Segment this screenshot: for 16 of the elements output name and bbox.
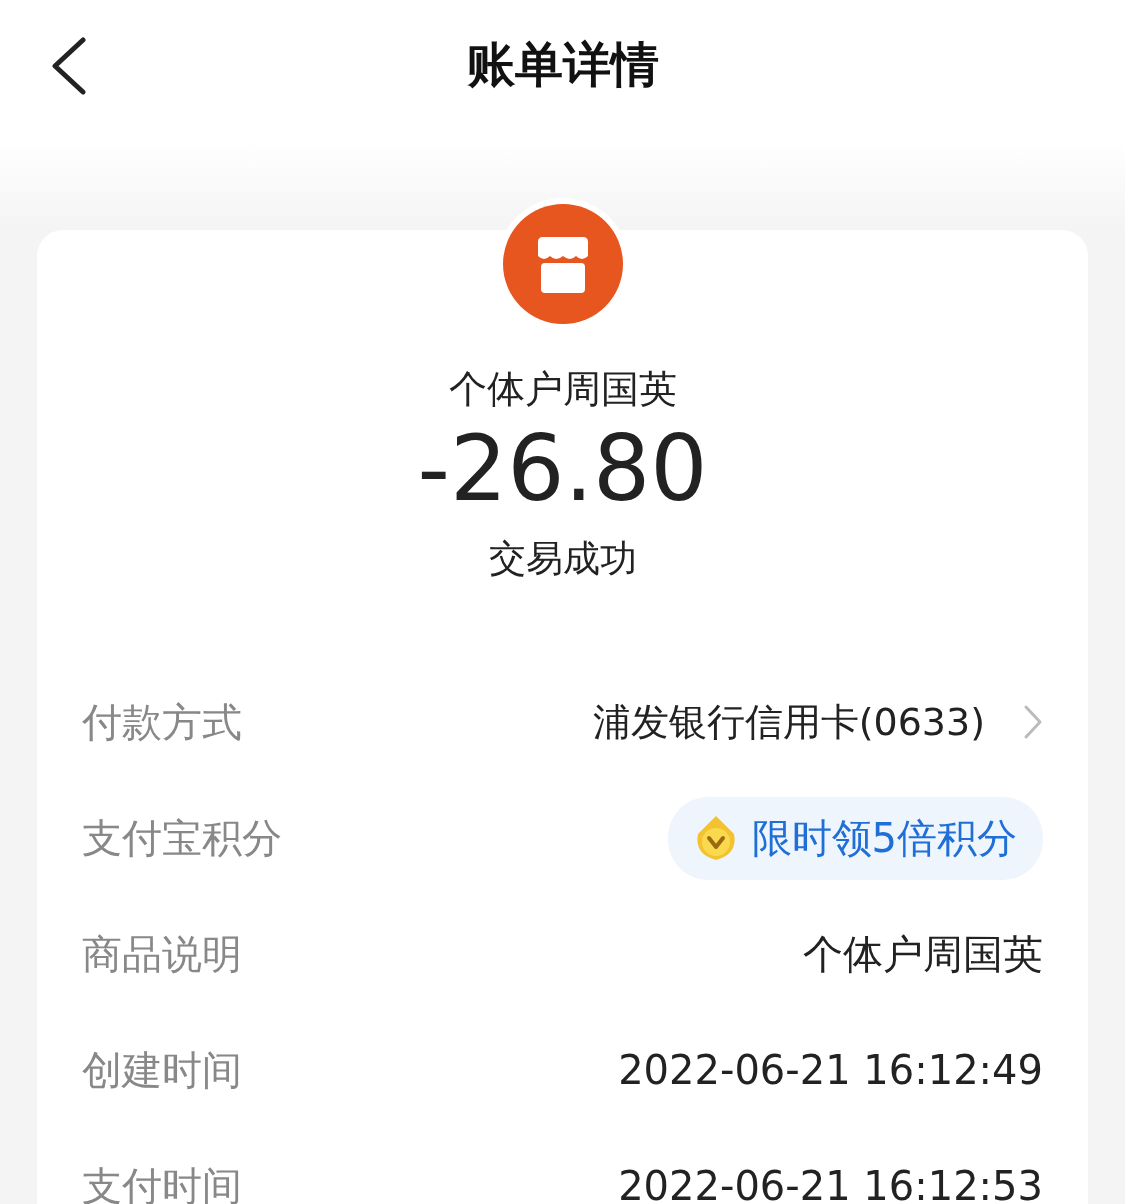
row-label: 支付宝积分 bbox=[82, 813, 282, 863]
chevron-icon bbox=[1023, 704, 1043, 740]
row-label: 付款方式 bbox=[82, 697, 242, 747]
merchant-name: 个体户周国英 bbox=[448, 366, 677, 413]
row-value: 2022-06-21 16:12:49 bbox=[618, 1047, 1043, 1093]
row-value: 个体户周国英 bbox=[803, 929, 1043, 979]
points-badge[interactable]: 限时领5倍积分 bbox=[667, 796, 1043, 880]
back-icon[interactable] bbox=[50, 37, 86, 95]
row-label: 商品说明 bbox=[82, 929, 242, 979]
row-value: 2022-06-21 16:12:53 bbox=[618, 1163, 1043, 1204]
row-label: 创建时间 bbox=[82, 1045, 242, 1095]
payment-method-link[interactable]: 浦发银行信用卡(0633) bbox=[592, 696, 1043, 748]
shop-icon bbox=[502, 204, 623, 324]
page-title: 账单详情 bbox=[466, 35, 659, 94]
amount: -26.80 bbox=[417, 419, 708, 518]
transaction-status: 交易成功 bbox=[488, 536, 637, 582]
